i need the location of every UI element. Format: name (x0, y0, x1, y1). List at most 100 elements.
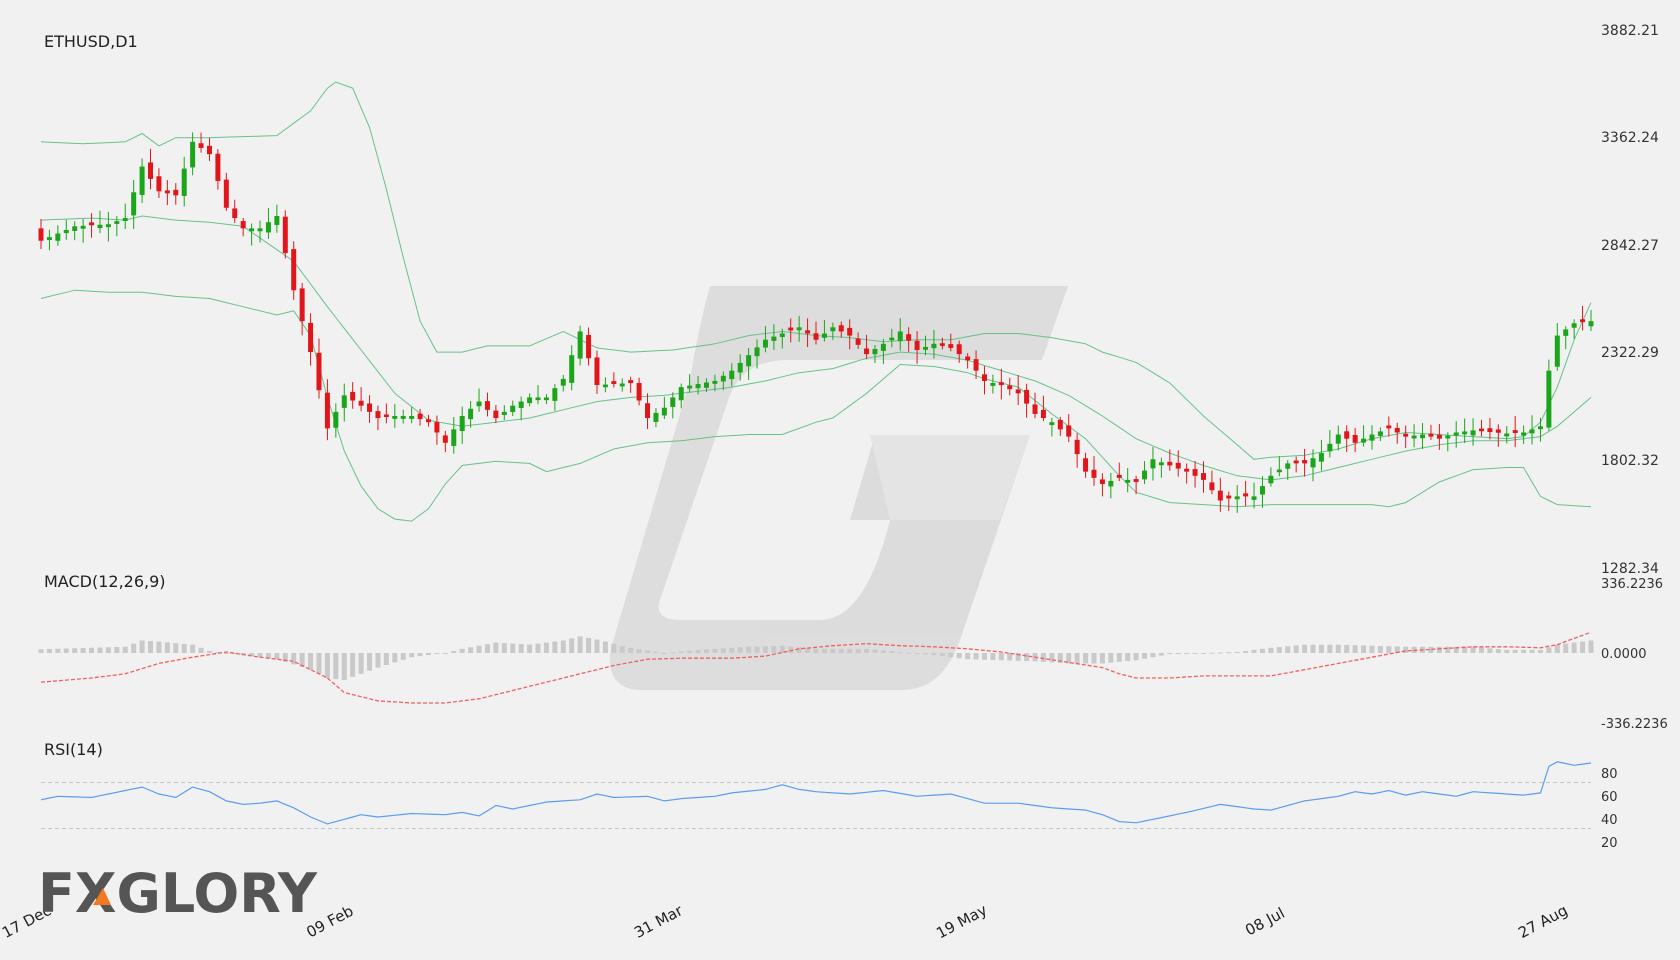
candle-body (1007, 385, 1013, 390)
ethusd-chart: ETHUSD,D1 MACD(12,26,9) RSI(14) 3882.21 … (0, 23, 1668, 942)
macd-histogram-bar (198, 647, 204, 653)
macd-histogram-bar (1099, 653, 1105, 664)
candle-body (653, 412, 659, 422)
candle-body (1554, 335, 1560, 367)
candle-body (1192, 469, 1198, 476)
macd-histogram-bar (813, 648, 819, 653)
candle-body (1453, 432, 1459, 436)
macd-histogram-bar (821, 648, 827, 653)
macd-histogram-bar (1024, 653, 1030, 662)
macd-histogram-bar (661, 653, 667, 654)
candle-body (1495, 429, 1501, 433)
macd-histogram-bar (889, 651, 895, 653)
logo-text: FXGLORY (38, 862, 318, 925)
candle-body (1049, 422, 1055, 426)
candle-body (1344, 431, 1350, 439)
main-panel-title: ETHUSD,D1 (44, 32, 138, 51)
macd-histogram-bar (653, 651, 659, 653)
macd-histogram-bar (527, 644, 533, 653)
macd-histogram-bar (72, 648, 78, 653)
candle-body (670, 397, 676, 407)
candle-body (1243, 493, 1249, 497)
candle-body (965, 356, 971, 361)
macd-histogram-bar (518, 644, 524, 653)
candle-body (1377, 431, 1383, 436)
candle-body (105, 224, 111, 228)
macd-histogram-bar (796, 647, 802, 653)
macd-histogram-bar (114, 647, 120, 653)
candle-body (796, 327, 802, 331)
macd-histogram-bar (897, 651, 903, 653)
candle-body (1361, 438, 1367, 443)
macd-histogram-bar (1436, 646, 1442, 653)
macd-histogram-bar (358, 653, 364, 674)
macd-histogram-bar (148, 641, 154, 653)
price-tick: 1802.32 (1601, 453, 1659, 469)
macd-histogram-bar (535, 643, 541, 653)
macd-histogram-bar (1487, 648, 1493, 653)
macd-histogram-bar (409, 653, 415, 658)
candle-body (131, 192, 137, 216)
macd-histogram-bar (552, 641, 558, 653)
candle-body (417, 413, 423, 420)
macd-histogram-bar (1521, 649, 1527, 653)
candle-body (1108, 480, 1114, 487)
date-tick-label: 08 Jul (1242, 904, 1287, 940)
candle-body (274, 216, 280, 225)
macd-histogram-bar (1049, 653, 1055, 663)
macd-histogram-bar (628, 647, 634, 653)
macd-histogram-bar (257, 653, 263, 658)
candle-body (114, 221, 120, 224)
candle-body (367, 403, 373, 412)
candle-body (1428, 433, 1434, 437)
candle-body (779, 333, 785, 338)
macd-histogram-bar (569, 638, 575, 653)
candle-body (38, 228, 44, 241)
candle-body (484, 401, 490, 410)
candle-body (358, 400, 364, 406)
candle-body (1201, 473, 1206, 480)
macd-histogram-bar (611, 643, 617, 653)
macd-histogram-bar (956, 653, 962, 659)
candle-body (1436, 434, 1442, 439)
candle-body (1335, 434, 1341, 444)
candle-body (1150, 459, 1156, 469)
macd-histogram-bar (577, 636, 583, 653)
macd-tick: -336.2236 (1601, 717, 1668, 732)
macd-histogram-bar (1276, 647, 1282, 653)
candle-body (434, 422, 440, 433)
candle-body (316, 352, 322, 391)
rsi-tick: 80 (1601, 767, 1618, 782)
candle-body (1386, 425, 1392, 429)
candle-body (1158, 462, 1164, 466)
macd-histogram-bar (1209, 652, 1215, 654)
candle-body (1125, 479, 1131, 483)
macd-histogram-bar (830, 648, 836, 653)
macd-histogram-bar (493, 642, 499, 653)
macd-histogram-bar (586, 637, 592, 653)
macd-histogram-bar (948, 653, 954, 658)
rsi-axis: 80 60 40 20 (1601, 767, 1618, 851)
candle-body (1234, 496, 1240, 500)
macd-histogram-bar (375, 653, 381, 668)
macd-histogram-bar (122, 646, 128, 653)
candle-body (1133, 479, 1139, 482)
candle-body (1083, 458, 1089, 472)
candle-body (746, 355, 752, 367)
candle-body (1470, 430, 1476, 436)
candle-body (1251, 496, 1257, 500)
candle-body (527, 397, 533, 404)
macd-histogram-bar (1192, 653, 1198, 654)
rsi-tick: 40 (1601, 813, 1618, 828)
candle-body (122, 218, 128, 221)
macd-histogram-bar (931, 653, 937, 656)
macd-histogram-bar (501, 643, 507, 653)
macd-histogram-bar (1512, 649, 1518, 653)
candle-body (1268, 475, 1274, 484)
candle-body (1445, 435, 1451, 439)
candle-body (1403, 433, 1409, 437)
macd-histogram-bar (678, 651, 684, 653)
candle-body (762, 339, 768, 348)
candle-body (476, 401, 482, 407)
candle-body (291, 249, 297, 291)
